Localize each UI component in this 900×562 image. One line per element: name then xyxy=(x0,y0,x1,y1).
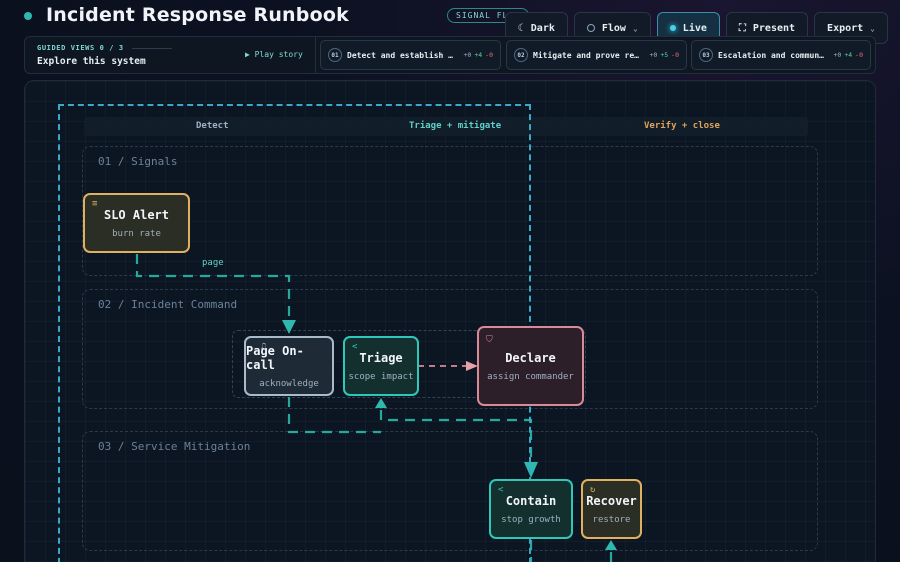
delta-added: +5 xyxy=(660,51,669,59)
column-verify: Verify + close xyxy=(644,121,720,131)
node-page-on-call[interactable]: ♫ Page On-call acknowledge xyxy=(244,336,334,396)
step-number: 03 xyxy=(699,48,713,62)
node-title: Triage xyxy=(359,350,403,365)
edge-label-page: page xyxy=(202,258,224,268)
guided-views-label: GUIDED VIEWS 0 / 3 xyxy=(37,44,124,52)
status-dot xyxy=(24,12,32,20)
guided-step-3[interactable]: 03 Escalation and communicat… +0 +4 -0 xyxy=(691,40,871,70)
node-subtitle: acknowledge xyxy=(259,378,319,389)
delta-removed: -0 xyxy=(485,51,493,59)
node-subtitle: stop growth xyxy=(501,514,561,525)
chevron-down-icon: ⌄ xyxy=(870,23,875,33)
node-title: Recover xyxy=(586,493,637,508)
page-title: Incident Response Runbook xyxy=(46,4,349,26)
delta-neutral: +0 xyxy=(833,51,842,59)
step-number: 02 xyxy=(514,48,528,62)
node-subtitle: assign commander xyxy=(487,371,574,382)
guided-step-2[interactable]: 02 Mitigate and prove recove… +0 +5 -0 xyxy=(506,40,687,70)
fullscreen-icon: ⛶ xyxy=(738,22,746,34)
delta-added: +4 xyxy=(844,51,853,59)
step-title: Escalation and communicat… xyxy=(718,50,827,60)
delta-neutral: +0 xyxy=(649,51,658,59)
node-contain[interactable]: < Contain stop growth xyxy=(489,479,573,539)
explore-system-text: Explore this system xyxy=(37,56,146,67)
node-recover[interactable]: ↻ Recover restore xyxy=(581,479,642,539)
node-subtitle: burn rate xyxy=(112,228,161,239)
node-subtitle: restore xyxy=(592,514,631,525)
node-title: Page On-call xyxy=(246,343,304,372)
flow-icon xyxy=(586,24,595,32)
node-declare[interactable]: ⛉ Declare assign commander xyxy=(477,326,584,406)
chevron-down-icon: ⌄ xyxy=(632,23,638,33)
dark-label: Dark xyxy=(530,22,555,34)
delta-neutral: +0 xyxy=(463,51,472,59)
node-title: Contain xyxy=(505,493,557,508)
shield-icon: ⛉ xyxy=(486,335,493,345)
node-subtitle: scope impact xyxy=(348,371,414,382)
step-number: 01 xyxy=(328,48,342,62)
delta-removed: -0 xyxy=(671,51,679,59)
guided-progress-line xyxy=(132,48,172,49)
refresh-icon: ↻ xyxy=(590,485,596,495)
play-story-button[interactable]: ▶ Play story xyxy=(245,50,303,59)
guided-views-bar: GUIDED VIEWS 0 / 3 Explore this system ▶… xyxy=(24,36,876,74)
delta-added: +4 xyxy=(474,51,483,59)
present-label: Present xyxy=(752,22,796,34)
guided-step-1[interactable]: 01 Detect and establish comm… +0 +4 -0 xyxy=(320,40,501,70)
bell-icon: ♫ xyxy=(260,342,266,352)
node-triage[interactable]: < Triage scope impact xyxy=(343,336,419,396)
step-title: Mitigate and prove recove… xyxy=(533,50,643,60)
step-title: Detect and establish comm… xyxy=(347,50,457,60)
step-deltas: +0 +4 -0 xyxy=(464,51,493,59)
selection-box[interactable] xyxy=(58,104,531,562)
code-icon: < xyxy=(352,342,358,352)
divider xyxy=(315,37,316,73)
live-label: Live xyxy=(682,22,707,34)
live-dot-icon xyxy=(669,25,676,31)
node-title: Declare xyxy=(505,350,556,365)
moon-icon: ☾ xyxy=(517,22,524,34)
step-deltas: +0 +5 -0 xyxy=(650,51,679,59)
node-title: SLO Alert xyxy=(103,207,170,222)
node-slo-alert[interactable]: ≡ SLO Alert burn rate xyxy=(83,193,190,253)
delta-removed: -0 xyxy=(855,51,863,59)
flow-label: Flow xyxy=(601,22,626,34)
code-icon: < xyxy=(498,485,504,495)
list-icon: ≡ xyxy=(92,199,98,209)
export-label: Export xyxy=(827,22,864,34)
step-deltas: +0 +4 -0 xyxy=(834,51,863,59)
